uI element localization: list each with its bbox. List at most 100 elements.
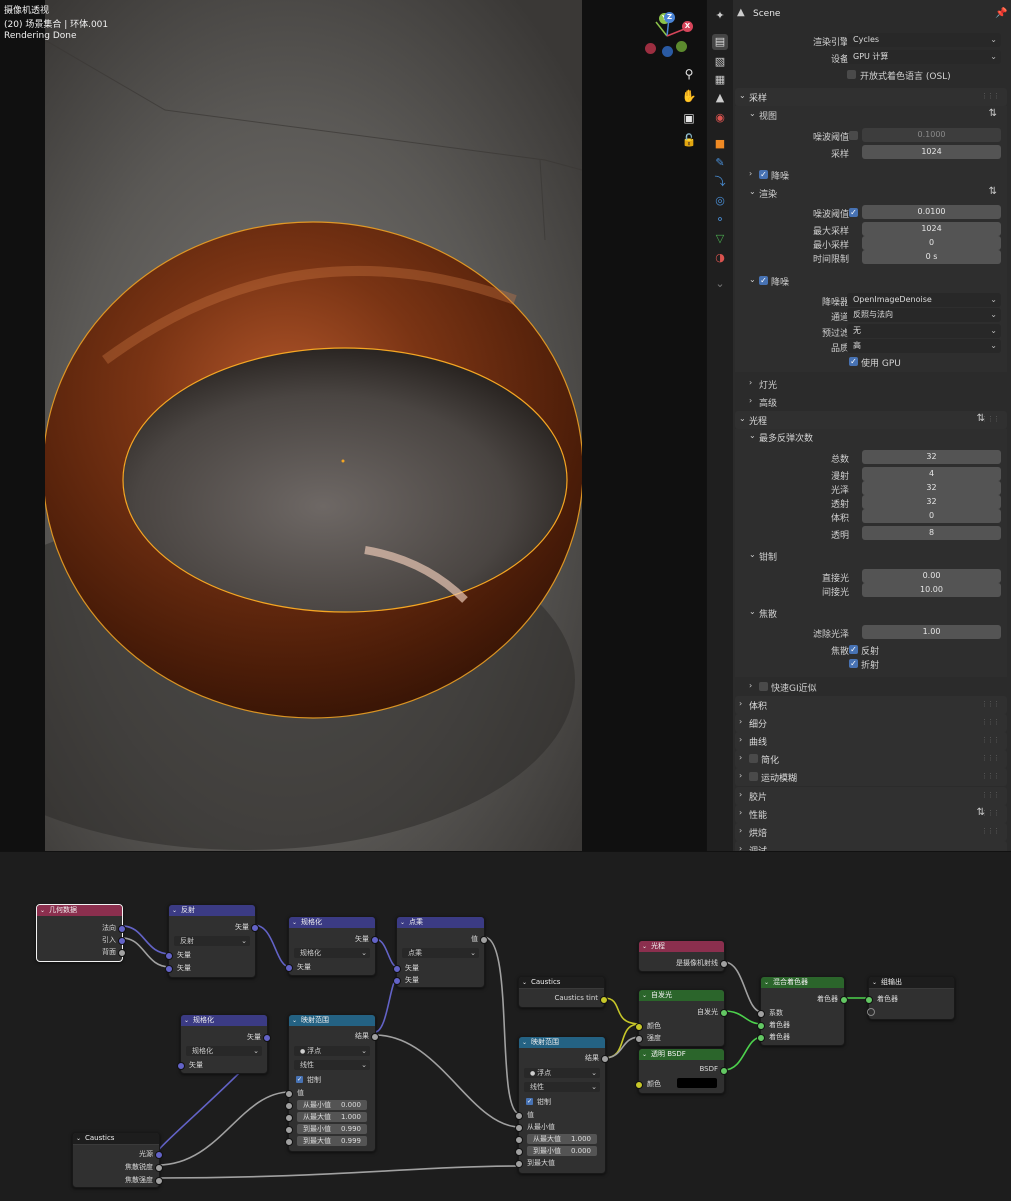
normal-output-socket[interactable] bbox=[118, 925, 126, 933]
from-max-field[interactable]: 从最大值 1.000 bbox=[297, 1112, 367, 1122]
from-max-field[interactable]: 从最大值 1.000 bbox=[527, 1134, 597, 1144]
dot-output-socket[interactable] bbox=[480, 936, 488, 944]
render-noise-threshold-field[interactable]: 0.0100 bbox=[862, 205, 1001, 219]
map-range-node[interactable]: ⌄ 映射范围 结果 ● 浮点 ⌄ 线性 ⌄ ✓ 钳制 值 从最小值 0.000 从最大值… bbox=[285, 1014, 379, 1152]
normalize-output-socket[interactable] bbox=[371, 936, 379, 944]
chevron-down-icon[interactable]: ⌄ bbox=[712, 276, 728, 292]
pin-icon[interactable]: 📌 bbox=[995, 8, 1007, 19]
bounces-transparent-field[interactable]: 8 bbox=[862, 526, 1001, 540]
hand-icon[interactable]: ✋ bbox=[681, 88, 697, 104]
emission-node[interactable]: ⌄ 自发光 自发光 颜色 强度 bbox=[635, 989, 728, 1047]
strength-input-socket[interactable] bbox=[635, 1035, 643, 1043]
normalize-mode-select[interactable]: 规格化 ⌄ bbox=[294, 948, 370, 958]
world-tab-icon[interactable]: ◉ bbox=[712, 110, 728, 126]
camera-icon[interactable]: ▣ bbox=[681, 110, 697, 126]
to-max-socket[interactable] bbox=[285, 1138, 293, 1146]
volumes-panel-header[interactable]: › 体积 ⋮⋮⋮ bbox=[735, 696, 1007, 714]
render-subpanel-header[interactable]: ⌄ 渲染 ⇅ bbox=[733, 184, 1011, 202]
reflect-input-socket[interactable] bbox=[165, 952, 173, 960]
data-type-select[interactable]: ● 浮点 ⌄ bbox=[524, 1068, 600, 1078]
gizmo-neg-z-axis[interactable] bbox=[662, 46, 673, 57]
color-input-socket[interactable] bbox=[635, 1023, 643, 1031]
clamp-checkbox[interactable]: ✓ bbox=[296, 1076, 303, 1083]
object-tab-icon[interactable]: ■ bbox=[712, 136, 728, 152]
mix-output-socket[interactable] bbox=[840, 996, 848, 1004]
reflect-output-socket[interactable] bbox=[251, 924, 259, 932]
viewport-denoise-checkbox[interactable]: ✓ bbox=[759, 170, 768, 179]
from-max-socket[interactable] bbox=[285, 1114, 293, 1122]
modifier-tab-icon[interactable]: ✎ bbox=[712, 155, 728, 171]
presets-icon[interactable]: ⇅ bbox=[989, 186, 997, 197]
output-tab-icon[interactable]: ▧ bbox=[712, 54, 728, 70]
fac-input-socket[interactable] bbox=[757, 1010, 765, 1018]
gizmo-z-axis[interactable]: Z bbox=[664, 12, 675, 23]
node-editor[interactable]: ⌄ 几何数据 法向 引入 背面 ⌄ 反射 矢量 反射 ⌄ 矢量 矢量 ⌄ 规格化 矢量 … bbox=[0, 851, 1011, 1201]
to-min-socket[interactable] bbox=[285, 1126, 293, 1134]
shader-input-socket[interactable] bbox=[757, 1034, 765, 1042]
incoming-output-socket[interactable] bbox=[118, 937, 126, 945]
light-paths-panel-header[interactable]: ⌄ 光程 ⇅ ⋮⋮⋮ bbox=[735, 411, 1007, 429]
light-output-socket[interactable] bbox=[155, 1151, 163, 1159]
map-range-result-socket[interactable] bbox=[601, 1055, 609, 1063]
fast-gi-subpanel-header[interactable]: › 快速GI近似 bbox=[733, 678, 1011, 696]
bounces-volume-field[interactable]: 0 bbox=[862, 509, 1001, 523]
shader-input-socket[interactable] bbox=[865, 996, 873, 1004]
to-min-field[interactable]: 到最小值 0.990 bbox=[297, 1124, 367, 1134]
drag-handle-icon[interactable]: ⋮⋮⋮ bbox=[981, 718, 1000, 726]
geometry-node[interactable]: ⌄ 几何数据 法向 引入 背面 bbox=[36, 904, 126, 962]
advanced-subpanel-header[interactable]: › 高级 bbox=[733, 393, 1011, 411]
viewport-subpanel-header[interactable]: ⌄ 视图 ⇅ bbox=[733, 106, 1011, 124]
normalize-mode-select[interactable]: 规格化 ⌄ bbox=[186, 1046, 262, 1056]
value-input-socket[interactable] bbox=[515, 1112, 523, 1120]
is-camera-ray-output-socket[interactable] bbox=[720, 960, 728, 968]
caustics-tint-output-socket[interactable] bbox=[600, 996, 608, 1004]
caustic-sharpness-socket[interactable] bbox=[155, 1164, 163, 1172]
normalize-node[interactable]: ⌄ 规格化 矢量 规格化 ⌄ 矢量 bbox=[285, 916, 379, 976]
navigation-gizmo[interactable]: Y Z X bbox=[642, 10, 702, 60]
caustics-reflective-checkbox[interactable]: ✓ bbox=[849, 645, 858, 654]
physics-tab-icon[interactable]: ◎ bbox=[712, 193, 728, 209]
clamp-direct-field[interactable]: 0.00 bbox=[862, 569, 1001, 583]
map-range-node[interactable]: ⌄ 映射范围 结果 ● 浮点 ⌄ 线性 ⌄ ✓ 钳制 值 从最小值 从最大值 1.000… bbox=[515, 1036, 609, 1174]
from-max-socket[interactable] bbox=[515, 1136, 523, 1144]
gizmo-neg-y-axis[interactable] bbox=[676, 41, 687, 52]
zoom-icon[interactable]: ⚲ bbox=[681, 66, 697, 82]
drag-handle-icon[interactable]: ⋮⋮⋮ bbox=[981, 92, 1000, 100]
viewport-noise-threshold-checkbox[interactable] bbox=[849, 131, 858, 140]
sampling-panel-header[interactable]: ⌄ 采样 ⋮⋮⋮ bbox=[735, 88, 1007, 106]
dot-mode-select[interactable]: 点乘 ⌄ bbox=[402, 948, 479, 958]
caustics-subpanel-header[interactable]: ⌄ 焦散 bbox=[733, 604, 1011, 622]
bake-panel-header[interactable]: › 烘焙 ⋮⋮⋮ bbox=[735, 823, 1007, 841]
motion-blur-checkbox[interactable] bbox=[749, 772, 758, 781]
bounces-diffuse-field[interactable]: 4 bbox=[862, 467, 1001, 481]
debug-panel-header[interactable]: › 调试 bbox=[735, 841, 1007, 851]
dot-product-node[interactable]: ⌄ 点乘 值 点乘 ⌄ 矢量 矢量 bbox=[393, 916, 488, 988]
normalize-input-socket[interactable] bbox=[285, 964, 293, 972]
motion-blur-panel-header[interactable]: › 运动模糊 ⋮⋮⋮ bbox=[735, 768, 1007, 786]
clamp-checkbox[interactable]: ✓ bbox=[526, 1098, 533, 1105]
drag-handle-icon[interactable]: ⋮⋮⋮ bbox=[981, 791, 1000, 799]
osl-checkbox[interactable] bbox=[847, 70, 856, 79]
caustic-strength-socket[interactable] bbox=[155, 1177, 163, 1185]
tool-tab-icon[interactable]: ✦ bbox=[712, 8, 728, 24]
simplify-checkbox[interactable] bbox=[749, 754, 758, 763]
data-type-select[interactable]: ● 浮点 ⌄ bbox=[294, 1046, 370, 1056]
bounces-transmission-field[interactable]: 32 bbox=[862, 495, 1001, 509]
drag-handle-icon[interactable]: ⋮⋮⋮ bbox=[981, 700, 1000, 708]
map-range-result-socket[interactable] bbox=[371, 1033, 379, 1041]
mix-shader-node[interactable]: ⌄ 混合着色器 着色器 系数 着色器 着色器 bbox=[757, 976, 848, 1046]
caustics-tint-node[interactable]: ⌄ Caustics Caustics tint bbox=[518, 976, 608, 1008]
light-path-node[interactable]: ⌄ 光程 是摄像机射线 bbox=[638, 940, 728, 972]
render-denoise-checkbox[interactable]: ✓ bbox=[759, 276, 768, 285]
color-input-socket[interactable] bbox=[635, 1081, 643, 1089]
color-swatch[interactable] bbox=[677, 1078, 717, 1088]
time-limit-field[interactable]: 0 s bbox=[862, 250, 1001, 264]
performance-panel-header[interactable]: › 性能 ⇅ ⋮⋮⋮ bbox=[735, 805, 1007, 823]
emission-output-socket[interactable] bbox=[720, 1009, 728, 1017]
use-gpu-checkbox[interactable]: ✓ bbox=[849, 357, 858, 366]
to-min-socket[interactable] bbox=[515, 1148, 523, 1156]
filter-glossy-field[interactable]: 1.00 bbox=[862, 625, 1001, 639]
fast-gi-checkbox[interactable] bbox=[759, 682, 768, 691]
render-engine-select[interactable]: Cycles ⌄ bbox=[847, 33, 1001, 47]
render-tab-icon[interactable]: ▤ bbox=[712, 34, 728, 50]
